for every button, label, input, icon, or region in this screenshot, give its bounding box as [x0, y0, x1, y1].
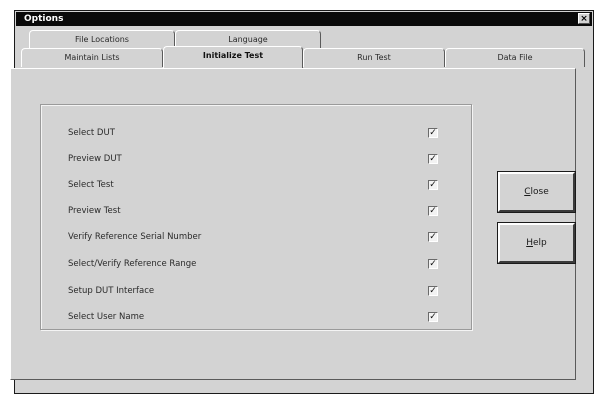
close-label-rest: lose [530, 187, 549, 197]
title-bar: Options × [16, 12, 592, 26]
tab-initialize-test[interactable]: Initialize Test [163, 46, 303, 68]
tab-data-file[interactable]: Data File [445, 48, 585, 67]
help-label-rest: elp [533, 238, 547, 248]
checkbox-select-test[interactable]: ✓ [428, 180, 438, 190]
checkbox-select-verify-ref-range[interactable]: ✓ [428, 259, 438, 269]
help-button[interactable]: Help [497, 222, 576, 264]
window-title: Options [24, 14, 64, 24]
option-label-verify-ref-serial: Verify Reference Serial Number [68, 232, 202, 242]
checkbox-select-dut[interactable]: ✓ [428, 128, 438, 138]
tab-file-locations[interactable]: File Locations [29, 30, 175, 48]
tab-label: File Locations [75, 35, 129, 44]
option-label-select-user-name: Select User Name [68, 312, 145, 322]
tab-label: Initialize Test [202, 51, 264, 60]
tab-run-test[interactable]: Run Test [303, 48, 445, 67]
checkbox-select-user-name[interactable]: ✓ [428, 312, 438, 322]
help-mnemonic: H [526, 238, 533, 248]
option-label-setup-dut-interface: Setup DUT Interface [68, 286, 155, 296]
checkbox-verify-ref-serial[interactable]: ✓ [428, 232, 438, 242]
checkbox-setup-dut-interface[interactable]: ✓ [428, 286, 438, 296]
option-label-preview-dut: Preview DUT [68, 154, 122, 164]
tab-maintain-lists[interactable]: Maintain Lists [21, 48, 163, 67]
tab-label: Run Test [357, 53, 391, 62]
option-label-preview-test: Preview Test [68, 206, 121, 216]
checkbox-preview-dut[interactable]: ✓ [428, 154, 438, 164]
option-label-select-dut: Select DUT [68, 128, 115, 138]
option-label-select-verify-ref-range: Select/Verify Reference Range [68, 259, 197, 269]
tab-label: Data File [497, 53, 533, 62]
close-icon[interactable]: × [578, 13, 590, 24]
checkbox-preview-test[interactable]: ✓ [428, 206, 438, 216]
tab-label: Language [228, 35, 268, 44]
tab-label: Maintain Lists [64, 53, 120, 62]
close-button[interactable]: Close [497, 171, 576, 213]
option-label-select-test: Select Test [68, 180, 114, 190]
